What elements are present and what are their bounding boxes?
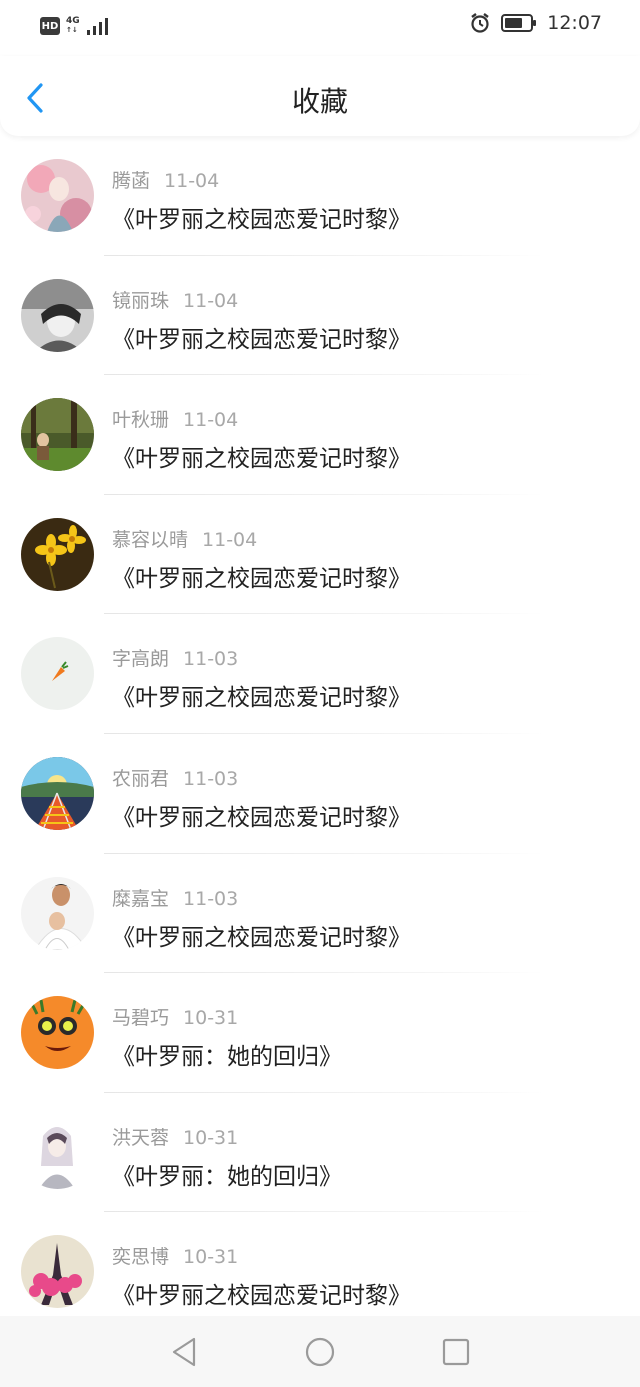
avatar — [21, 159, 94, 232]
date: 11-03 — [183, 767, 239, 790]
hd-badge: HD — [40, 17, 60, 35]
avatar — [21, 1115, 94, 1189]
username: 字高朗 — [112, 648, 170, 671]
orange-monster-avatar-image — [21, 996, 94, 1070]
avatar — [21, 637, 94, 711]
page-title: 收藏 — [291, 85, 348, 118]
date: 11-04 — [164, 170, 220, 192]
network-type: 4G — [66, 16, 80, 26]
battery-icon — [501, 14, 537, 32]
list-item[interactable]: 腾菡 11-04 《叶罗丽之校园恋爱记时黎》 — [0, 136, 640, 256]
avatar — [21, 517, 94, 591]
date: 10-31 — [183, 1246, 239, 1269]
sketch-girl-avatar-image — [21, 1115, 94, 1189]
date: 11-04 — [183, 289, 239, 312]
nav-recents-button[interactable] — [436, 1332, 476, 1372]
date: 11-03 — [183, 648, 239, 671]
book-title: 《叶罗丽：她的回归》 — [112, 1163, 342, 1190]
avatar — [21, 996, 94, 1070]
list-item[interactable]: 奕思博 10-31 《叶罗丽之校园恋爱记时黎》 — [0, 1212, 640, 1316]
meta-line: 农丽君 11-03 — [112, 764, 238, 791]
avatar — [21, 756, 94, 830]
pink-girl-avatar-image — [21, 159, 94, 232]
meta-line: 叶秋珊 11-04 — [112, 405, 238, 432]
triangle-back-icon — [172, 1337, 196, 1366]
book-title: 《叶罗丽之校园恋爱记时黎》 — [112, 924, 411, 951]
network-badge: 4G ↑↓ — [66, 16, 80, 35]
username: 糜嘉宝 — [112, 887, 170, 910]
username: 农丽君 — [112, 767, 170, 790]
meta-line: 奕思博 10-31 — [112, 1242, 238, 1269]
nav-back-button[interactable] — [164, 1332, 204, 1372]
system-nav-bar — [0, 1316, 640, 1387]
username: 慕容以晴 — [112, 528, 189, 551]
meta-line: 慕容以晴 11-04 — [112, 525, 257, 552]
list-item[interactable]: 镜丽珠 11-04 《叶罗丽之校园恋爱记时黎》 — [0, 256, 640, 376]
avatar — [21, 398, 94, 472]
book-title: 《叶罗丽之校园恋爱记时黎》 — [112, 804, 411, 831]
status-left: HD 4G ↑↓ — [40, 16, 112, 36]
list-item[interactable]: 马碧巧 10-31 《叶罗丽：她的回归》 — [0, 973, 640, 1093]
list-item[interactable]: 糜嘉宝 11-03 《叶罗丽之校园恋爱记时黎》 — [0, 854, 640, 974]
book-title: 《叶罗丽之校园恋爱记时黎》 — [112, 446, 411, 473]
meta-line: 镜丽珠 11-04 — [112, 286, 238, 313]
forest-child-avatar-image — [21, 398, 94, 472]
favorites-list: 腾菡 11-04 《叶罗丽之校园恋爱记时黎》 镜丽珠 11-04 《叶罗丽之校园恋爱… — [0, 136, 640, 1316]
carrot-avatar-image — [21, 637, 94, 711]
book-title: 《叶罗丽之校园恋爱记时黎》 — [112, 565, 411, 592]
header-bar: 收藏 — [0, 56, 640, 136]
circle-home-icon — [305, 1337, 335, 1366]
nav-home-button[interactable] — [300, 1332, 340, 1372]
yellow-flower-avatar-image — [21, 517, 94, 591]
signal-icon — [86, 18, 108, 35]
bw-girl-avatar-image — [21, 278, 94, 352]
username: 腾菡 — [112, 170, 151, 192]
book-title: 《叶罗丽：她的回归》 — [112, 1044, 342, 1071]
date: 10-31 — [183, 1126, 239, 1149]
eiffel-tower-avatar-image — [21, 1235, 94, 1309]
meta-line: 马碧巧 10-31 — [112, 1003, 238, 1030]
username: 马碧巧 — [112, 1007, 170, 1030]
date: 10-31 — [183, 1007, 239, 1030]
date: 11-04 — [183, 409, 239, 432]
username: 镜丽珠 — [112, 289, 170, 312]
father-child-avatar-image — [21, 876, 94, 950]
list-item[interactable]: 慕容以晴 11-04 《叶罗丽之校园恋爱记时黎》 — [0, 495, 640, 615]
book-title: 《叶罗丽之校园恋爱记时黎》 — [112, 685, 411, 712]
square-recents-icon — [442, 1338, 470, 1365]
alarm-icon — [471, 13, 489, 33]
username: 洪天蓉 — [112, 1126, 170, 1149]
avatar — [21, 876, 94, 950]
clock-time: 12:07 — [547, 12, 602, 34]
status-right: 12:07 — [469, 12, 602, 34]
list-item[interactable]: 叶秋珊 11-04 《叶罗丽之校园恋爱记时黎》 — [0, 375, 640, 495]
status-bar: HD 4G ↑↓ 12:07 — [0, 0, 640, 56]
book-title: 《叶罗丽之校园恋爱记时黎》 — [112, 1283, 411, 1310]
username: 奕思博 — [112, 1246, 170, 1269]
book-title: 《叶罗丽之校园恋爱记时黎》 — [112, 207, 411, 233]
railway-avatar-image — [21, 756, 94, 830]
meta-line: 糜嘉宝 11-03 — [112, 884, 238, 911]
list-item[interactable]: 字高朗 11-03 《叶罗丽之校园恋爱记时黎》 — [0, 614, 640, 734]
book-title: 《叶罗丽之校园恋爱记时黎》 — [112, 326, 411, 353]
meta-line: 洪天蓉 10-31 — [112, 1123, 238, 1150]
date: 11-04 — [202, 528, 258, 551]
avatar — [21, 1235, 94, 1309]
list-item[interactable]: 洪天蓉 10-31 《叶罗丽：她的回归》 — [0, 1093, 640, 1213]
meta-line: 字高朗 11-03 — [112, 644, 238, 671]
list-item[interactable]: 农丽君 11-03 《叶罗丽之校园恋爱记时黎》 — [0, 734, 640, 854]
date: 11-03 — [183, 887, 239, 910]
avatar — [21, 278, 94, 352]
username: 叶秋珊 — [112, 409, 170, 432]
meta-line: 腾菡 11-04 — [112, 166, 219, 193]
